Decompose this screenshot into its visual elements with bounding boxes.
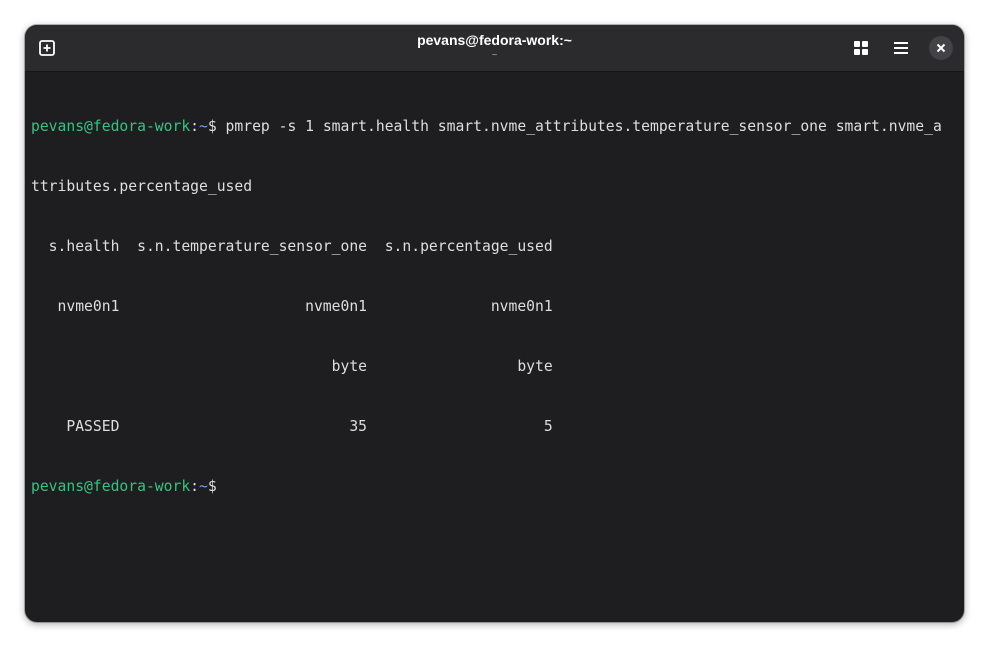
close-icon <box>936 43 946 53</box>
command-line: pevans@fedora-work:~$ pmrep -s 1 smart.h… <box>31 117 961 137</box>
output-units-line: byte byte <box>31 358 553 375</box>
terminal-window: pevans@fedora-work:~ ~ pevans@fedora-wor… <box>25 25 964 622</box>
output-instance-line: nvme0n1 nvme0n1 nvme0n1 <box>31 298 553 315</box>
main-menu-button[interactable] <box>887 35 915 61</box>
output-values-line: PASSED 35 5 <box>31 418 553 435</box>
prompt-symbol: $ <box>207 118 226 135</box>
grid-view-icon <box>854 41 868 55</box>
window-title: pevans@fedora-work:~ <box>417 32 572 48</box>
hamburger-menu-icon <box>894 42 908 54</box>
prompt-line: pevans@fedora-work:~$ <box>31 477 961 497</box>
view-tabs-button[interactable] <box>847 35 875 61</box>
prompt-path: ~ <box>199 118 208 135</box>
prompt-user-host: pevans@fedora-work <box>31 478 191 495</box>
window-subtitle: ~ <box>491 50 498 61</box>
prompt-path: ~ <box>199 478 208 495</box>
prompt-symbol: $ <box>207 478 217 495</box>
prompt-separator: : <box>190 118 200 135</box>
header-bar: pevans@fedora-work:~ ~ <box>25 25 964 72</box>
prompt-separator: : <box>190 478 200 495</box>
output-header-line: s.health s.n.temperature_sensor_one s.n.… <box>31 238 553 255</box>
prompt-user-host: pevans@fedora-work <box>31 118 191 135</box>
command-wrap-line: ttributes.percentage_used <box>31 178 253 195</box>
command-text: pmrep -s 1 smart.health smart.nvme_attri… <box>225 118 942 135</box>
terminal-output[interactable]: pevans@fedora-work:~$ pmrep -s 1 smart.h… <box>31 77 961 617</box>
close-button[interactable] <box>929 36 953 60</box>
